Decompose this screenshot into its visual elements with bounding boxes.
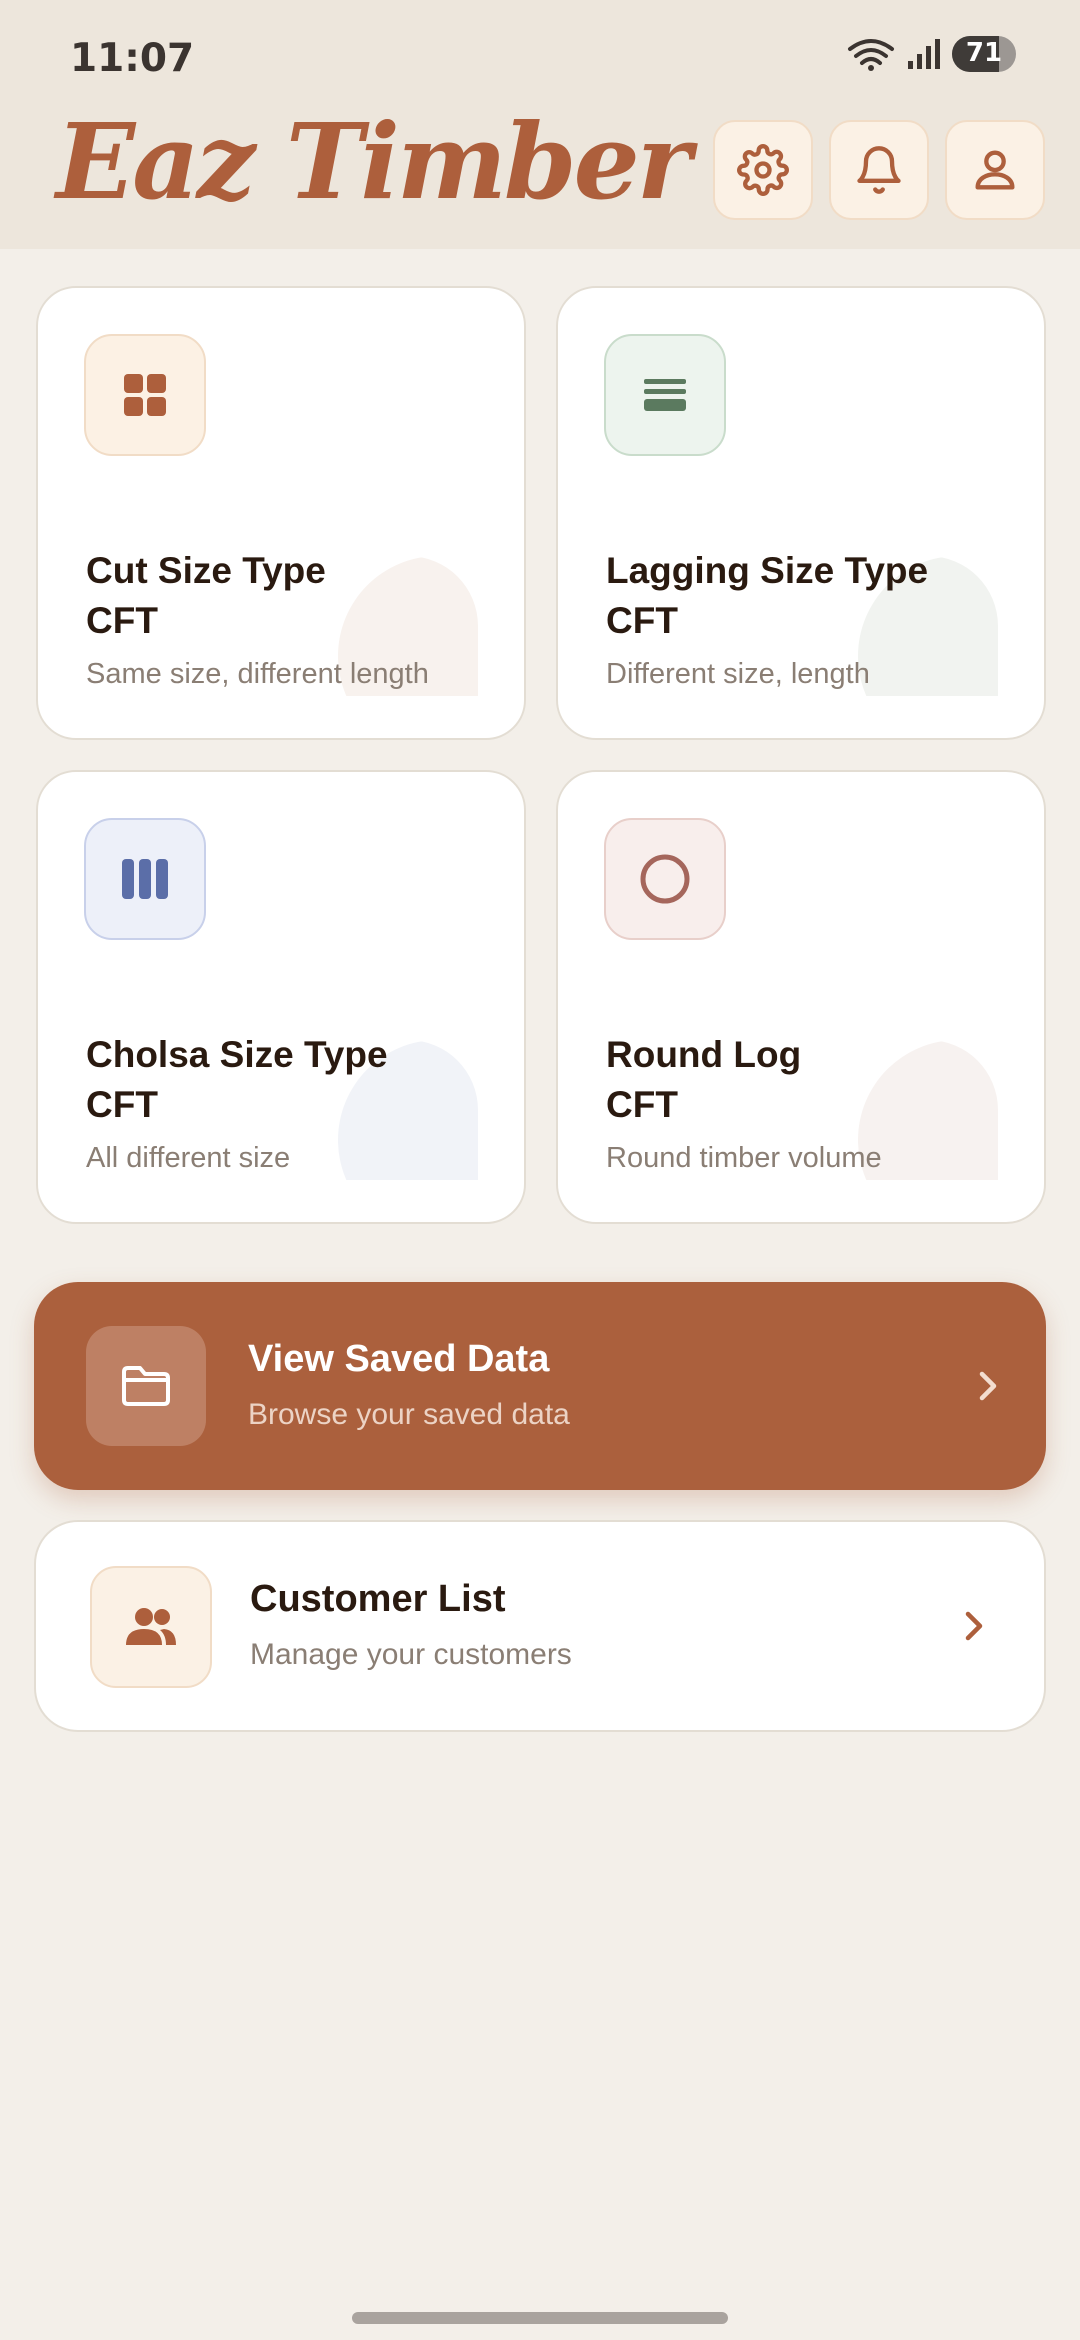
grid-icon (124, 374, 166, 416)
wifi-icon (848, 39, 894, 71)
chevron-right-icon (979, 1371, 997, 1401)
card-icon-box (84, 334, 206, 456)
app-brand: Eaz Timber (56, 100, 692, 223)
settings-button[interactable] (713, 120, 813, 220)
card-subtitle: Round timber volume (606, 1142, 882, 1174)
card-round-log[interactable]: Round Log CFT Round timber volume (556, 770, 1046, 1224)
card-title: Cut Size Type CFT (86, 550, 326, 641)
signal-icon (908, 39, 940, 69)
gear-icon (737, 144, 789, 196)
status-time: 11:07 (70, 36, 195, 81)
saved-icon-box (86, 1326, 206, 1446)
customer-title: Customer List (250, 1578, 506, 1620)
card-icon-box (604, 818, 726, 940)
circle-icon (640, 854, 690, 904)
view-saved-data-button[interactable]: View Saved Data Browse your saved data (34, 1282, 1046, 1490)
card-cholsa-size-type[interactable]: Cholsa Size Type CFT All different size (36, 770, 526, 1224)
bell-icon (857, 146, 901, 194)
card-subtitle: All different size (86, 1142, 291, 1174)
home-indicator[interactable] (352, 2312, 728, 2324)
card-icon-box (604, 334, 726, 456)
card-title: Round Log CFT (606, 1034, 802, 1125)
folder-icon (122, 1366, 170, 1406)
customer-list-button[interactable]: Customer List Manage your customers (34, 1520, 1046, 1732)
card-title: Cholsa Size Type CFT (86, 1034, 388, 1125)
battery-level: 71 (965, 38, 1003, 68)
profile-button[interactable] (945, 120, 1045, 220)
saved-subtitle: Browse your saved data (248, 1398, 570, 1431)
battery-indicator: 71 (952, 36, 1016, 72)
card-subtitle: Same size, different length (86, 658, 429, 690)
notifications-button[interactable] (829, 120, 929, 220)
card-subtitle: Different size, length (606, 658, 870, 690)
card-title: Lagging Size Type CFT (606, 550, 929, 641)
bars-icon (122, 859, 168, 899)
user-icon (975, 150, 1015, 190)
users-icon (126, 1608, 176, 1645)
card-cut-size-type[interactable]: Cut Size Type CFT Same size, different l… (36, 286, 526, 740)
app-header: 11:07 71 Eaz Timber (0, 0, 1080, 249)
lines-icon (644, 379, 686, 411)
chevron-right-icon (965, 1611, 983, 1641)
card-icon-box (84, 818, 206, 940)
saved-title: View Saved Data (248, 1338, 550, 1380)
customer-subtitle: Manage your customers (250, 1638, 572, 1671)
card-lagging-size-type[interactable]: Lagging Size Type CFT Different size, le… (556, 286, 1046, 740)
customer-icon-box (90, 1566, 212, 1688)
status-icons: 71 (846, 36, 1016, 72)
